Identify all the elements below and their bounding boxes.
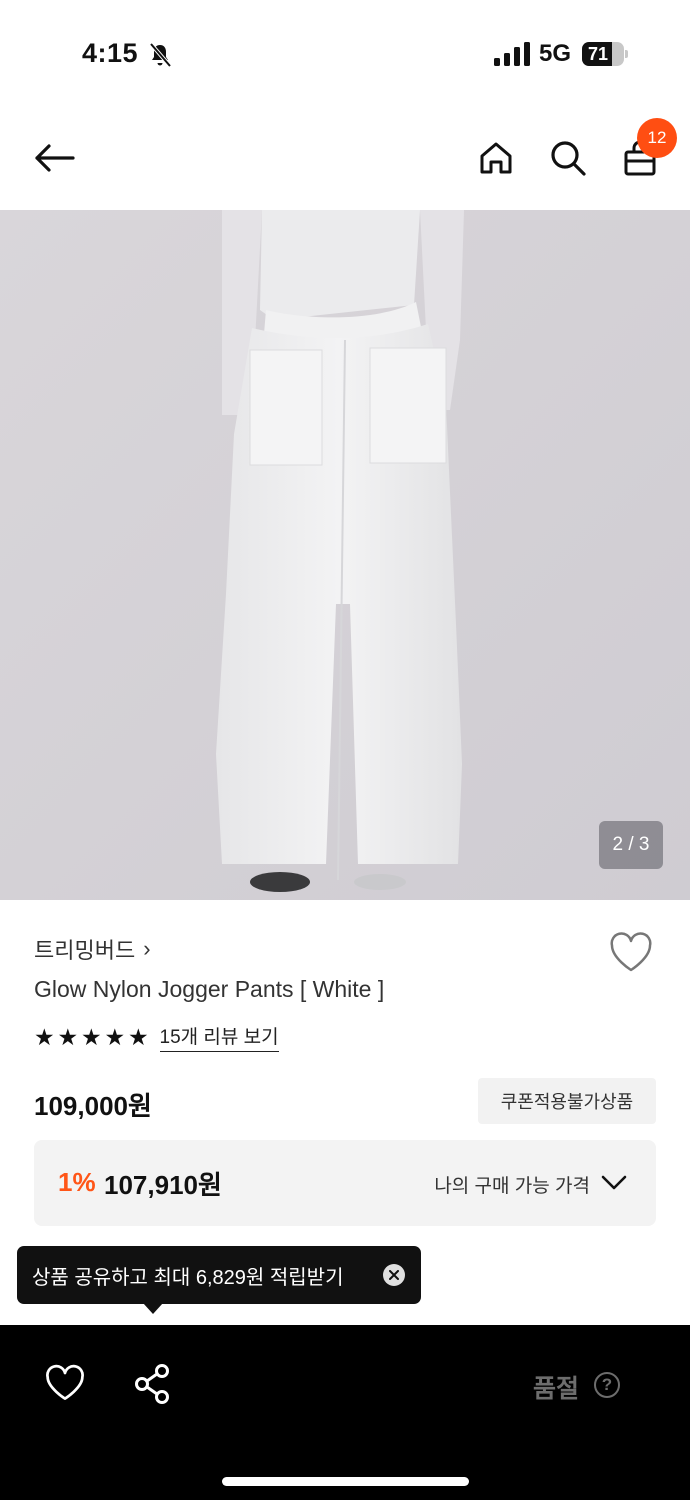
brand-link[interactable]: 트리밍버드 › bbox=[34, 933, 151, 965]
network-type: 5G bbox=[539, 40, 572, 67]
search-button[interactable] bbox=[544, 134, 592, 182]
search-icon bbox=[551, 141, 586, 176]
top-navigation bbox=[0, 110, 690, 210]
star-icon: ★ bbox=[104, 1024, 126, 1050]
rating-row: ★ ★ ★ ★ ★ 15개 리뷰 보기 bbox=[34, 1022, 279, 1052]
discount-price: 107,910원 bbox=[104, 1170, 222, 1200]
wishlist-button[interactable] bbox=[608, 932, 656, 978]
chevron-down-icon bbox=[601, 1175, 627, 1190]
my-price-dropdown[interactable]: 1% 107,910원 나의 구매 가능 가격 bbox=[34, 1140, 656, 1226]
heart-outline-icon bbox=[610, 932, 652, 972]
tooltip-close-button[interactable] bbox=[383, 1264, 405, 1286]
tooltip-text: 상품 공유하고 최대 6,829원 적립받기 bbox=[32, 1266, 344, 1289]
product-image[interactable] bbox=[0, 210, 690, 900]
review-link[interactable]: 15개 리뷰 보기 bbox=[159, 1022, 279, 1052]
battery-percent: 71 bbox=[587, 44, 609, 64]
share-icon bbox=[135, 1364, 169, 1404]
back-button[interactable] bbox=[30, 134, 78, 182]
coupon-unavailable-badge: 쿠폰적용불가상품 bbox=[478, 1078, 656, 1124]
bottom-wishlist-button[interactable] bbox=[44, 1363, 86, 1405]
star-icon: ★ bbox=[34, 1024, 55, 1050]
rating-stars: ★ ★ ★ ★ ★ bbox=[34, 1023, 152, 1051]
sold-out-status: 품절 bbox=[533, 1375, 580, 1403]
image-counter: 2 / 3 bbox=[599, 821, 663, 869]
star-icon: ★ bbox=[128, 1024, 149, 1050]
home-indicator bbox=[222, 1477, 469, 1486]
product-photo bbox=[0, 210, 690, 900]
star-icon: ★ bbox=[57, 1024, 79, 1050]
chevron-right-icon: › bbox=[143, 936, 151, 961]
arrow-left-icon bbox=[35, 144, 75, 172]
bell-off-icon bbox=[149, 42, 172, 68]
status-time: 4:15 bbox=[82, 38, 139, 68]
product-name: Glow Nylon Jogger Pants [ White ] bbox=[34, 976, 385, 1002]
cart-count-badge: 12 bbox=[637, 118, 677, 158]
discount-rate: 1% bbox=[58, 1167, 96, 1197]
heart-icon bbox=[46, 1364, 84, 1400]
bottom-action-bar: 품절 ? bbox=[0, 1325, 690, 1500]
home-button[interactable] bbox=[472, 134, 520, 182]
share-reward-tooltip: 상품 공유하고 최대 6,829원 적립받기 bbox=[17, 1246, 421, 1304]
product-price: 109,000원 bbox=[34, 1091, 152, 1121]
status-bar: 4:15 5G 71 bbox=[0, 0, 690, 110]
cellular-signal-icon bbox=[494, 42, 530, 66]
star-icon: ★ bbox=[81, 1024, 102, 1050]
tooltip-arrow bbox=[143, 1303, 163, 1314]
my-price-label: 나의 구매 가능 가격 bbox=[434, 1176, 590, 1197]
home-icon bbox=[480, 142, 512, 174]
share-button[interactable] bbox=[132, 1363, 174, 1405]
close-icon bbox=[389, 1270, 399, 1280]
brand-name: 트리밍버드 bbox=[34, 938, 136, 963]
battery-icon: 71 bbox=[582, 42, 628, 66]
help-icon[interactable]: ? bbox=[594, 1372, 620, 1398]
